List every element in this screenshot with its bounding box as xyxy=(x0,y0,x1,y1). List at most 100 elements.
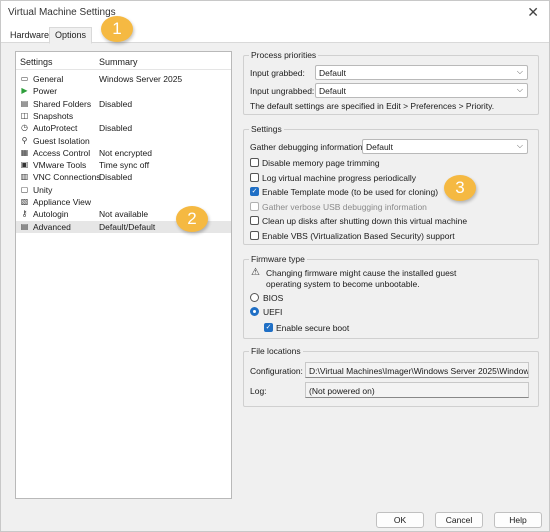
tab-hardware[interactable]: Hardware xyxy=(5,28,54,43)
setting-checkbox-5[interactable] xyxy=(250,230,259,240)
firmware-warning-line1: Changing firmware might cause the instal… xyxy=(266,268,457,278)
vm-settings-window: Virtual Machine Settings ✕ Hardware Opti… xyxy=(0,0,550,532)
settings-row-label: Autologin xyxy=(33,209,69,220)
secure-boot-checkbox[interactable]: ✓ xyxy=(264,323,273,332)
settings-row-label: AutoProtect xyxy=(33,123,78,134)
configuration-label: Configuration: xyxy=(250,366,303,376)
gather-debugging-select[interactable]: Default ⌵ xyxy=(362,139,528,154)
bios-label: BIOS xyxy=(263,293,284,303)
settings-row-summary: Not available xyxy=(99,209,149,220)
setting-checkbox-label: Enable VBS (Virtualization Based Securit… xyxy=(262,230,455,241)
log-field[interactable]: (Not powered on) xyxy=(305,382,529,398)
advanced-icon: ▤ xyxy=(20,221,29,231)
settings-row-label: Access Control xyxy=(33,147,91,158)
settings-row-unity[interactable]: ▢ Unity xyxy=(16,184,231,196)
log-label: Log: xyxy=(250,386,267,396)
input-ungrabbed-label: Input ungrabbed: xyxy=(250,86,315,96)
callout-1: 1 xyxy=(101,16,133,42)
process-priorities-title: Process priorities xyxy=(249,50,319,60)
settings-row-autoprotect[interactable]: ◷ AutoProtect Disabled xyxy=(16,122,231,134)
uefi-label: UEFI xyxy=(263,307,283,317)
window-title: Virtual Machine Settings xyxy=(8,7,116,18)
input-grabbed-label: Input grabbed: xyxy=(250,68,305,78)
vnc-icon: ▥ xyxy=(20,172,29,182)
chevron-down-icon: ⌵ xyxy=(516,67,523,76)
tab-options[interactable]: Options xyxy=(49,27,93,44)
settings-row-label: Advanced xyxy=(33,221,71,232)
chevron-down-icon: ⌵ xyxy=(516,141,523,150)
process-priorities-group: Process priorities Input grabbed: Defaul… xyxy=(243,50,539,115)
gather-debugging-value: Default xyxy=(366,142,393,152)
input-grabbed-value: Default xyxy=(319,68,346,78)
snapshots-icon: ◫ xyxy=(20,110,29,120)
secure-boot-label: Enable secure boot xyxy=(276,323,350,333)
settings-group: Settings Gather debugging information: D… xyxy=(243,124,539,245)
close-icon[interactable]: ✕ xyxy=(527,4,539,21)
priority-note: The default settings are specified in Ed… xyxy=(250,101,495,111)
help-button[interactable]: Help xyxy=(494,512,542,528)
settings-row-label: VMware Tools xyxy=(33,160,87,171)
settings-row-access-control[interactable]: ▦ Access Control Not encrypted xyxy=(16,147,231,159)
settings-row-shared-folders[interactable]: ▤ Shared Folders Disabled xyxy=(16,98,231,110)
summary-column-header[interactable]: Summary xyxy=(99,57,138,67)
appliance-view-icon: ▧ xyxy=(20,197,29,206)
settings-row-summary: Disabled xyxy=(99,123,133,134)
settings-row-snapshots[interactable]: ◫ Snapshots xyxy=(16,110,231,122)
setting-checkbox-2[interactable]: ✓ xyxy=(250,187,259,196)
configuration-field[interactable]: D:\Virtual Machines\Imager\Windows Serve… xyxy=(305,362,529,378)
setting-checkbox-label: Clean up disks after shutting down this … xyxy=(262,216,468,226)
settings-row-vmware-tools[interactable]: ▣ VMware Tools Time sync off xyxy=(16,159,231,171)
shared-folders-icon: ▤ xyxy=(20,98,29,108)
vmware-tools-icon: ▣ xyxy=(20,160,29,170)
settings-row-label: Snapshots xyxy=(33,110,74,121)
autoprotect-icon: ◷ xyxy=(21,123,28,133)
settings-row-guest-isolation[interactable]: ⚲ Guest Isolation xyxy=(16,135,231,147)
setting-checkbox-1[interactable] xyxy=(250,172,259,182)
settings-row-summary: Windows Server 2025 xyxy=(99,74,183,84)
firmware-group: Firmware type ⚠ Changing firmware might … xyxy=(243,254,539,339)
file-locations-title: File locations xyxy=(249,346,303,356)
setting-checkbox-label: Disable memory page trimming xyxy=(262,158,380,168)
autologin-icon: ⚷ xyxy=(21,209,28,219)
settings-list-header: Settings Summary xyxy=(16,52,231,70)
ok-button[interactable]: OK xyxy=(376,512,424,528)
settings-row-summary: Default/Default xyxy=(99,221,156,232)
cancel-button[interactable]: Cancel xyxy=(435,512,483,528)
setting-checkbox-4[interactable] xyxy=(250,216,259,225)
setting-checkbox-label: Gather verbose USB debugging information xyxy=(262,201,427,212)
general-icon: ▭ xyxy=(20,74,29,83)
input-ungrabbed-value: Default xyxy=(319,86,346,96)
settings-column-header[interactable]: Settings xyxy=(20,57,53,67)
firmware-warning-line2: operating system to become unbootable. xyxy=(266,279,420,289)
tab-bar: Hardware Options xyxy=(1,25,549,44)
settings-row-label: Shared Folders xyxy=(33,98,92,109)
settings-row-label: Guest Isolation xyxy=(33,135,90,146)
settings-row-summary: Time sync off xyxy=(99,160,150,171)
bios-radio[interactable] xyxy=(250,293,259,302)
gather-debugging-label: Gather debugging information: xyxy=(250,142,365,152)
settings-row-general[interactable]: ▭ General Windows Server 2025 xyxy=(16,73,231,85)
settings-row-vnc-connections[interactable]: ▥ VNC Connections Disabled xyxy=(16,171,231,183)
setting-checkbox-0[interactable] xyxy=(250,158,259,167)
settings-group-title: Settings xyxy=(249,124,284,134)
setting-checkbox-label: Enable Template mode (to be used for clo… xyxy=(262,187,439,197)
warning-icon: ⚠ xyxy=(251,267,260,278)
settings-row-label: VNC Connections xyxy=(33,172,101,183)
uefi-radio[interactable] xyxy=(250,307,259,316)
callout-3: 3 xyxy=(444,175,476,201)
power-icon: ▶ xyxy=(21,86,28,96)
unity-icon: ▢ xyxy=(20,184,29,194)
title-bar: Virtual Machine Settings ✕ xyxy=(1,1,549,25)
file-locations-group: File locations Configuration: D:\Virtual… xyxy=(243,346,539,407)
setting-checkbox-3 xyxy=(250,201,259,211)
setting-checkbox-label: Log virtual machine progress periodicall… xyxy=(262,172,417,183)
input-grabbed-select[interactable]: Default ⌵ xyxy=(315,65,528,80)
access-control-icon: ▦ xyxy=(20,147,29,157)
callout-2: 2 xyxy=(176,206,208,232)
chevron-down-icon: ⌵ xyxy=(516,85,523,94)
input-ungrabbed-select[interactable]: Default ⌵ xyxy=(315,83,528,98)
settings-row-summary: Disabled xyxy=(99,98,133,109)
settings-row-label: Power xyxy=(33,86,58,97)
settings-row-power[interactable]: ▶ Power xyxy=(16,85,231,97)
settings-list: Settings Summary ▭ General Windows Server … xyxy=(15,51,232,499)
